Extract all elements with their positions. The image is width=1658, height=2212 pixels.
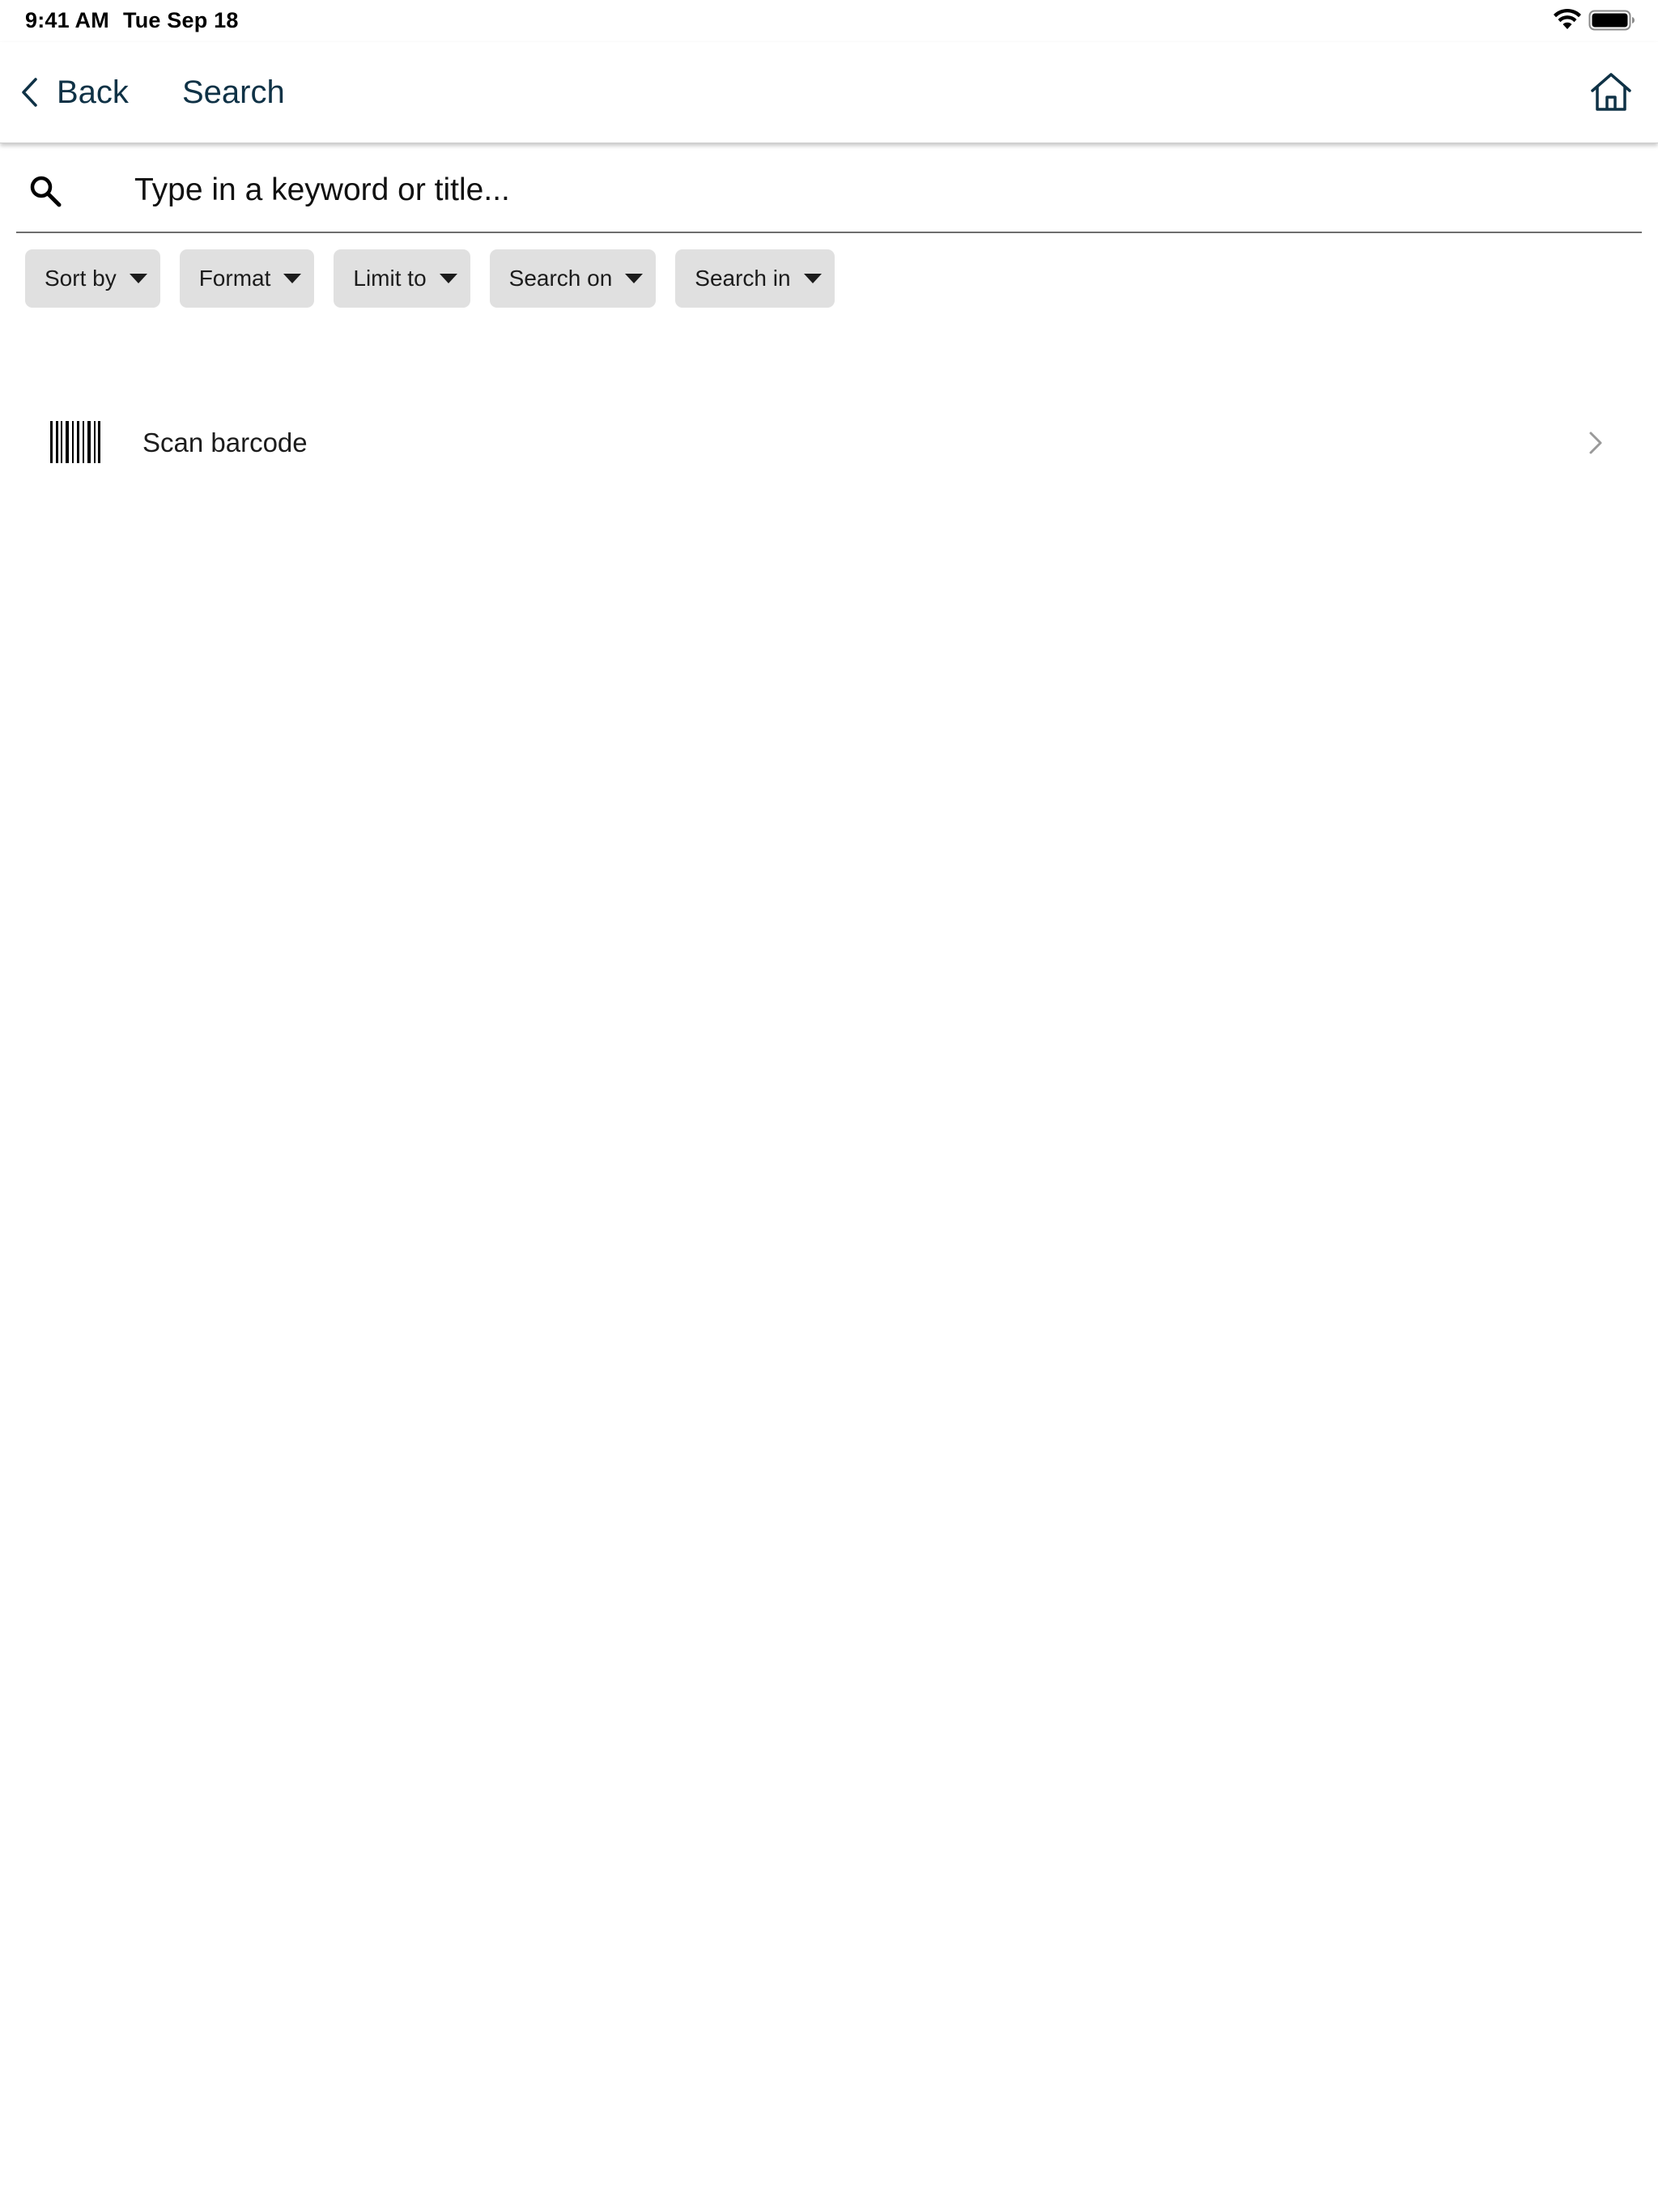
chevron-right-icon: [1589, 432, 1602, 454]
search-on-dropdown[interactable]: Search on: [489, 249, 657, 308]
caret-down-icon: [803, 274, 822, 283]
back-button[interactable]: Back: [19, 68, 129, 117]
chip-label: Search in: [695, 266, 791, 291]
scan-barcode-row[interactable]: Scan barcode: [0, 405, 1658, 486]
chip-label: Search on: [508, 266, 613, 291]
caret-down-icon: [439, 274, 457, 283]
home-icon[interactable]: [1588, 70, 1634, 115]
sort-by-dropdown[interactable]: Sort by: [25, 249, 160, 308]
caret-down-icon: [129, 274, 147, 283]
caret-down-icon: [625, 274, 644, 283]
caret-down-icon: [283, 274, 302, 283]
limit-to-dropdown[interactable]: Limit to: [334, 249, 470, 308]
status-bar: 9:41 AM Tue Sep 18: [0, 0, 1658, 40]
navigation-bar: Back Search: [0, 42, 1658, 143]
wifi-icon: [1554, 8, 1581, 29]
search-field: [16, 146, 1642, 233]
back-label: Back: [57, 74, 129, 110]
search-in-dropdown[interactable]: Search in: [675, 249, 835, 308]
page-title: Search: [182, 74, 285, 110]
search-input[interactable]: [117, 162, 1640, 219]
status-time: 9:41 AM: [25, 8, 109, 32]
format-dropdown[interactable]: Format: [179, 249, 315, 308]
search-screen: 9:41 AM Tue Sep 18 Back Search Type in a…: [0, 0, 1658, 2212]
filter-bar: Sort by Format Limit to Search on Search…: [25, 249, 854, 308]
search-icon: [30, 176, 62, 207]
chip-label: Limit to: [353, 266, 427, 291]
chip-label: Sort by: [45, 266, 117, 291]
chevron-left-icon: [22, 78, 37, 107]
chip-label: Format: [198, 266, 271, 291]
barcode-icon: [50, 421, 100, 463]
battery-icon: [1588, 10, 1635, 31]
scan-barcode-label: Scan barcode: [142, 428, 308, 457]
status-date: Tue Sep 18: [123, 8, 239, 32]
